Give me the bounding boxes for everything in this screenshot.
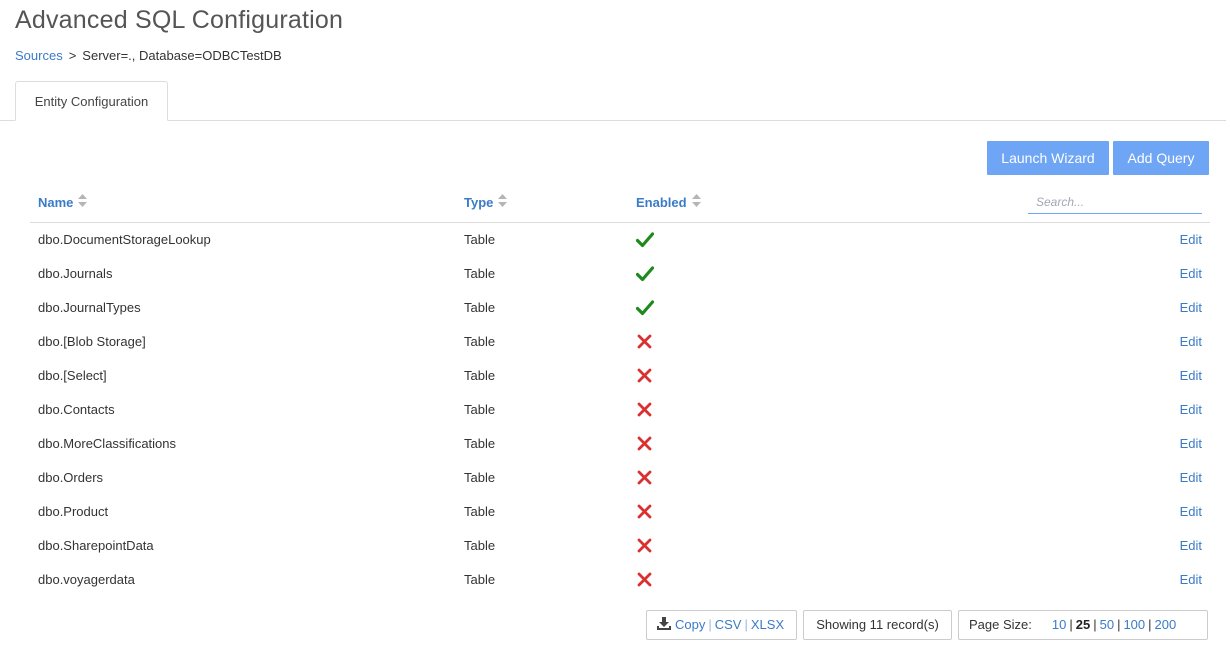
- entity-name: dbo.SharepointData: [38, 538, 154, 553]
- entity-name: dbo.[Select]: [38, 368, 107, 383]
- copy-link[interactable]: Copy: [675, 617, 705, 632]
- entity-name: dbo.MoreClassifications: [38, 436, 177, 451]
- check-icon: [635, 232, 655, 248]
- column-header-name[interactable]: Name: [38, 183, 88, 223]
- entity-name: dbo.Orders: [38, 470, 104, 485]
- entity-type: Table: [464, 572, 496, 587]
- table-row: dbo.voyagerdata Table Edit: [30, 563, 1210, 597]
- search-input[interactable]: [1028, 191, 1202, 214]
- entity-name: dbo.voyagerdata: [38, 572, 135, 587]
- page-size-option-25[interactable]: 25: [1076, 617, 1090, 632]
- entity-type: Table: [464, 368, 496, 383]
- cross-icon: [636, 368, 654, 384]
- page-size-option-10[interactable]: 10: [1052, 617, 1066, 632]
- entity-name: dbo.Journals: [38, 266, 113, 281]
- edit-link[interactable]: Edit: [1180, 427, 1202, 461]
- table-row: dbo.MoreClassifications Table Edit: [30, 427, 1210, 461]
- column-header-enabled[interactable]: Enabled: [636, 183, 701, 223]
- edit-link[interactable]: Edit: [1180, 461, 1202, 495]
- entity-type: Table: [464, 470, 496, 485]
- page-size-option-50[interactable]: 50: [1100, 617, 1114, 632]
- cross-icon: [636, 436, 654, 452]
- cross-icon: [636, 402, 654, 418]
- page-size-option-200[interactable]: 200: [1155, 617, 1177, 632]
- table-row: dbo.Product Table Edit: [30, 495, 1210, 529]
- column-header-name-label: Name: [38, 195, 74, 210]
- breadcrumb-current: Server=., Database=ODBCTestDB: [82, 48, 282, 63]
- table-row: dbo.Orders Table Edit: [30, 461, 1210, 495]
- column-header-enabled-label: Enabled: [636, 195, 687, 210]
- entity-type: Table: [464, 232, 496, 247]
- entity-type: Table: [464, 300, 496, 315]
- download-icon: [657, 617, 675, 632]
- sort-icon: [78, 183, 88, 223]
- entity-type: Table: [464, 436, 496, 451]
- tab-bar: Entity Configuration: [0, 81, 1226, 121]
- cross-icon: [636, 334, 654, 350]
- column-header-type-label: Type: [464, 195, 494, 210]
- table-header: Name Type Enabled: [30, 183, 1210, 223]
- table-row: dbo.SharepointData Table Edit: [30, 529, 1210, 563]
- entity-name: dbo.DocumentStorageLookup: [38, 232, 211, 247]
- csv-link[interactable]: CSV: [715, 617, 742, 632]
- cross-icon: [636, 572, 654, 588]
- table-row: dbo.[Blob Storage] Table Edit: [30, 325, 1210, 359]
- table-row: dbo.JournalTypes Table Edit: [30, 291, 1210, 325]
- table-row: dbo.DocumentStorageLookup Table Edit: [30, 223, 1210, 257]
- edit-link[interactable]: Edit: [1180, 257, 1202, 291]
- table-body: dbo.DocumentStorageLookup Table Edit dbo.Jo…: [30, 223, 1210, 597]
- cross-icon: [636, 470, 654, 486]
- export-group: Copy | CSV | XLSX: [646, 610, 797, 640]
- entity-type: Table: [464, 334, 496, 349]
- launch-wizard-button[interactable]: Launch Wizard: [987, 141, 1109, 175]
- edit-link[interactable]: Edit: [1180, 359, 1202, 393]
- cross-icon: [636, 504, 654, 520]
- page-size-selector: Page Size: 10 | 25 | 50 | 100 | 200: [958, 610, 1208, 640]
- edit-link[interactable]: Edit: [1180, 529, 1202, 563]
- sort-icon: [691, 183, 701, 223]
- sort-icon: [498, 183, 508, 223]
- edit-link[interactable]: Edit: [1180, 563, 1202, 597]
- edit-link[interactable]: Edit: [1180, 495, 1202, 529]
- divider: |: [1117, 617, 1121, 632]
- entity-type: Table: [464, 266, 496, 281]
- page-size-options: 10 | 25 | 50 | 100 | 200: [1052, 617, 1176, 632]
- divider: |: [708, 617, 712, 632]
- add-query-button[interactable]: Add Query: [1113, 141, 1209, 175]
- edit-link[interactable]: Edit: [1180, 393, 1202, 427]
- entity-name: dbo.JournalTypes: [38, 300, 141, 315]
- table-row: dbo.Journals Table Edit: [30, 257, 1210, 291]
- edit-link[interactable]: Edit: [1180, 325, 1202, 359]
- divider: |: [744, 617, 748, 632]
- divider: |: [1148, 617, 1152, 632]
- table-row: dbo.Contacts Table Edit: [30, 393, 1210, 427]
- check-icon: [635, 300, 655, 316]
- cross-icon: [636, 538, 654, 554]
- entity-type: Table: [464, 402, 496, 417]
- page-title: Advanced SQL Configuration: [15, 6, 344, 34]
- entity-name: dbo.Product: [38, 504, 109, 519]
- divider: |: [1069, 617, 1073, 632]
- record-count: Showing 11 record(s): [803, 610, 952, 640]
- entity-name: dbo.[Blob Storage]: [38, 334, 146, 349]
- column-header-type[interactable]: Type: [464, 183, 508, 223]
- check-icon: [635, 266, 655, 282]
- table-row: dbo.[Select] Table Edit: [30, 359, 1210, 393]
- entity-name: dbo.Contacts: [38, 402, 115, 417]
- tab-entity-configuration[interactable]: Entity Configuration: [15, 81, 168, 121]
- edit-link[interactable]: Edit: [1180, 291, 1202, 325]
- xlsx-link[interactable]: XLSX: [751, 617, 784, 632]
- edit-link[interactable]: Edit: [1180, 223, 1202, 257]
- divider: |: [1093, 617, 1097, 632]
- page-size-option-100[interactable]: 100: [1123, 617, 1145, 632]
- breadcrumb-separator: >: [68, 48, 77, 63]
- entity-type: Table: [464, 538, 496, 553]
- breadcrumb-sources-link[interactable]: Sources: [15, 48, 63, 63]
- entity-type: Table: [464, 504, 496, 519]
- breadcrumb: Sources > Server=., Database=ODBCTestDB: [15, 48, 282, 63]
- page-size-label: Page Size:: [969, 617, 1032, 632]
- entity-table: Name Type Enabled dbo.DocumentStorageLoo…: [30, 183, 1210, 597]
